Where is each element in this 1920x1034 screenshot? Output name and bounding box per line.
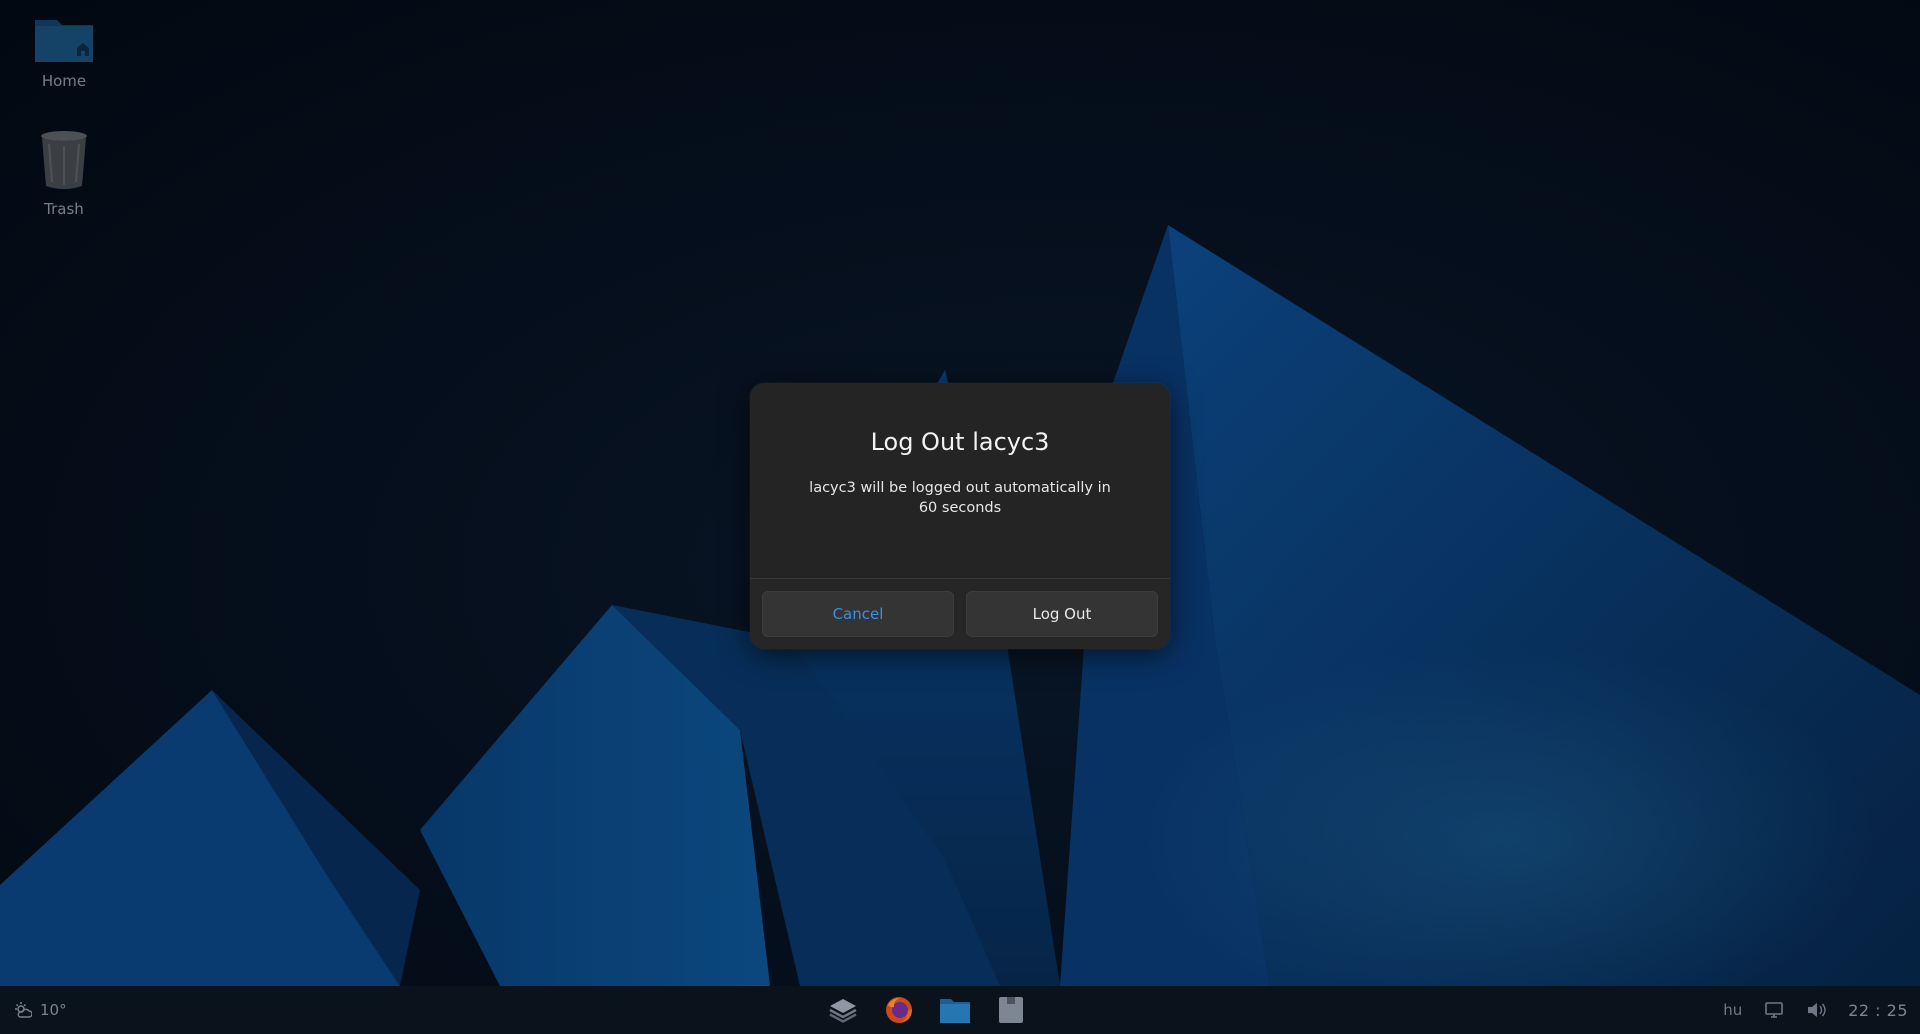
layers-icon[interactable] (826, 993, 860, 1027)
weather-temperature: 10° (40, 1001, 67, 1019)
logout-dialog: Log Out lacyc3 lacyc3 will be logged out… (750, 383, 1170, 649)
dock (826, 993, 1028, 1027)
desktop-icon-label: Trash (44, 200, 84, 218)
clock[interactable]: 22 : 25 (1848, 1001, 1908, 1020)
dialog-footer: Cancel Log Out (750, 579, 1170, 649)
logout-button[interactable]: Log Out (966, 591, 1158, 637)
network-icon[interactable] (1764, 1001, 1784, 1019)
dialog-title: Log Out lacyc3 (870, 428, 1050, 456)
taskbar: 10° hu 22: 25 (0, 986, 1920, 1034)
firefox-icon[interactable] (882, 993, 916, 1027)
weather-widget[interactable]: 10° (14, 986, 67, 1034)
home-folder-icon (35, 20, 93, 62)
text-editor-icon[interactable] (994, 993, 1028, 1027)
cancel-button[interactable]: Cancel (762, 591, 954, 637)
trash-icon (41, 131, 87, 189)
desktop: Home Trash Log Out lacyc3 lacyc3 will be… (0, 0, 1920, 1034)
weather-icon (15, 1002, 32, 1018)
dialog-message: lacyc3 will be logged out automatically … (809, 480, 1111, 516)
system-tray: hu 22 : 25 (1723, 986, 1908, 1034)
desktop-icon-trash[interactable]: Trash (14, 130, 114, 218)
volume-icon[interactable] (1806, 1001, 1826, 1019)
keyboard-layout-indicator[interactable]: hu (1723, 1001, 1742, 1019)
desktop-icon-label: Home (41, 72, 87, 90)
desktop-icon-home[interactable]: Home (14, 14, 114, 90)
file-manager-icon[interactable] (938, 993, 972, 1027)
